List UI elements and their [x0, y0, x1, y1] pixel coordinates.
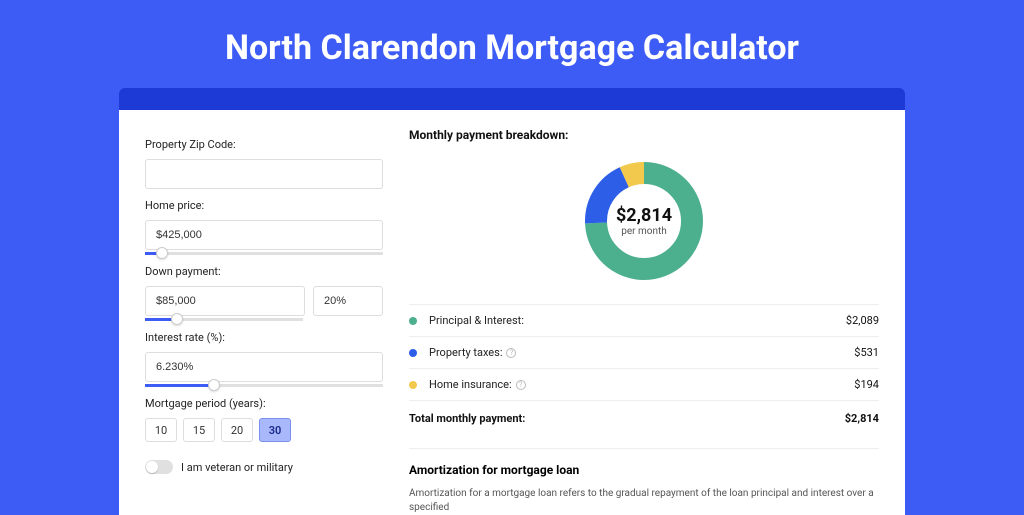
breakdown-item-label: Principal & Interest:: [409, 314, 846, 327]
interest-rate-label: Interest rate (%):: [145, 331, 383, 344]
amortization-heading: Amortization for mortgage loan: [409, 463, 879, 477]
form-column: Property Zip Code: Home price: Down paym…: [119, 128, 409, 515]
down-payment-label: Down payment:: [145, 265, 383, 278]
info-icon[interactable]: ?: [506, 348, 516, 358]
home-price-label: Home price:: [145, 199, 383, 212]
donut-chart: $2,814 per month: [409, 156, 879, 286]
home-price-slider[interactable]: [145, 252, 383, 255]
interest-rate-slider[interactable]: [145, 384, 383, 387]
zip-label: Property Zip Code:: [145, 138, 383, 151]
mortgage-period-group: 10152030: [145, 418, 383, 442]
breakdown-column: Monthly payment breakdown: $2,814 per mo…: [409, 128, 905, 515]
period-option-20[interactable]: 20: [221, 418, 253, 442]
slider-knob-icon[interactable]: [208, 379, 220, 391]
period-option-15[interactable]: 15: [183, 418, 215, 442]
total-value: $2,814: [845, 412, 879, 425]
down-payment-input[interactable]: [145, 286, 305, 316]
veteran-label: I am veteran or military: [181, 461, 293, 474]
breakdown-item: Principal & Interest:$2,089: [409, 304, 879, 336]
breakdown-item-value: $2,089: [846, 314, 879, 327]
period-option-30[interactable]: 30: [259, 418, 291, 442]
legend-dot-icon: [409, 349, 417, 357]
total-row: Total monthly payment: $2,814: [409, 400, 879, 436]
donut-center-sub: per month: [621, 226, 667, 237]
breakdown-item-label: Home insurance:?: [409, 378, 854, 391]
info-icon[interactable]: ?: [516, 380, 526, 390]
breakdown-item-value: $194: [854, 378, 879, 391]
interest-rate-input[interactable]: [145, 352, 383, 382]
amortization-text: Amortization for a mortgage loan refers …: [409, 487, 879, 515]
down-payment-pct-input[interactable]: [313, 286, 383, 316]
toggle-knob-icon: [146, 461, 158, 473]
donut-center-value: $2,814: [616, 205, 672, 226]
slider-knob-icon[interactable]: [156, 247, 168, 259]
veteran-toggle[interactable]: [145, 460, 173, 474]
amortization-section: Amortization for mortgage loan Amortizat…: [409, 448, 879, 515]
breakdown-item: Home insurance:?$194: [409, 368, 879, 400]
legend-dot-icon: [409, 317, 417, 325]
period-option-10[interactable]: 10: [145, 418, 177, 442]
mortgage-period-label: Mortgage period (years):: [145, 397, 383, 410]
breakdown-item-label: Property taxes:?: [409, 346, 854, 359]
down-payment-slider[interactable]: [145, 318, 303, 321]
breakdown-item-value: $531: [854, 346, 879, 359]
window-top-bar: [119, 88, 905, 110]
slider-knob-icon[interactable]: [171, 313, 183, 325]
page-title: North Clarendon Mortgage Calculator: [0, 0, 1024, 88]
breakdown-heading: Monthly payment breakdown:: [409, 128, 879, 142]
zip-input[interactable]: [145, 159, 383, 189]
total-label: Total monthly payment:: [409, 412, 845, 425]
breakdown-item: Property taxes:?$531: [409, 336, 879, 368]
legend-dot-icon: [409, 381, 417, 389]
home-price-input[interactable]: [145, 220, 383, 250]
calculator-card: Property Zip Code: Home price: Down paym…: [119, 110, 905, 515]
